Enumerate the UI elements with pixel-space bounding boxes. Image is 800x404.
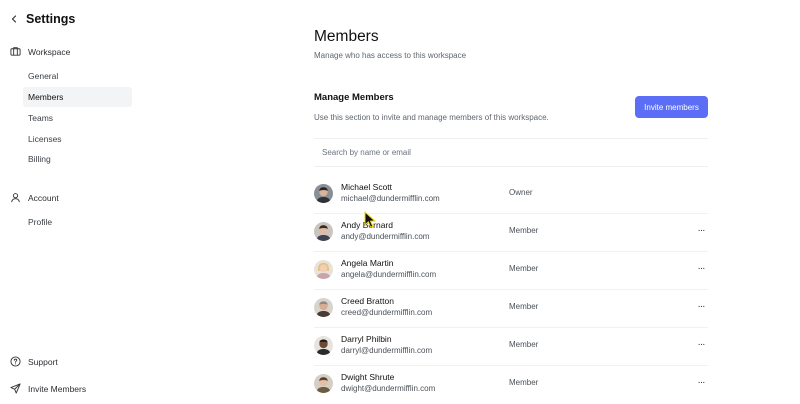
divider xyxy=(314,138,708,139)
settings-sidebar: Settings Workspace General Members Teams… xyxy=(0,0,140,404)
workspace-section-header: Workspace xyxy=(10,46,70,57)
sidebar-title: Settings xyxy=(26,12,76,26)
member-row-dwight[interactable]: Dwight Shrute dwight@dundermifflin.com M… xyxy=(314,366,708,404)
section-title: Manage Members xyxy=(314,92,394,103)
member-email: angela@dundermifflin.com xyxy=(341,270,437,279)
member-name: Dwight Shrute xyxy=(341,372,395,382)
member-name: Michael Scott xyxy=(341,182,393,192)
member-role: Member xyxy=(509,302,539,311)
member-role: Owner xyxy=(509,188,533,197)
invite-members-button[interactable]: Invite members xyxy=(635,96,708,118)
section-description: Use this section to invite and manage me… xyxy=(314,113,549,122)
member-row-creed[interactable]: Creed Bratton creed@dundermifflin.com Me… xyxy=(314,290,708,328)
avatar xyxy=(314,374,333,393)
sidebar-item-members[interactable]: Members xyxy=(23,87,132,107)
sidebar-header[interactable]: Settings xyxy=(8,10,75,28)
account-section-label: Account xyxy=(28,192,59,203)
building-icon xyxy=(10,47,21,56)
help-circle-icon xyxy=(10,356,21,367)
sidebar-item-billing[interactable]: Billing xyxy=(23,149,132,169)
support-link[interactable]: Support xyxy=(10,356,58,367)
chevron-left-icon[interactable] xyxy=(8,13,20,25)
member-role: Member xyxy=(509,226,539,235)
search-input[interactable] xyxy=(314,142,708,162)
avatar xyxy=(314,222,333,241)
account-section-header: Account xyxy=(10,192,59,203)
send-icon xyxy=(10,383,21,394)
member-name: Angela Martin xyxy=(341,258,394,268)
member-name: Creed Bratton xyxy=(341,296,394,306)
member-row-darryl[interactable]: Darryl Philbin darryl@dundermifflin.com … xyxy=(314,328,708,366)
invite-members-label: Invite Members xyxy=(28,383,87,394)
member-row-angela[interactable]: Angela Martin angela@dundermifflin.com M… xyxy=(314,252,708,290)
member-email: michael@dundermifflin.com xyxy=(341,194,440,203)
member-email: creed@dundermifflin.com xyxy=(341,308,433,317)
more-horizontal-icon[interactable]: ··· xyxy=(694,338,708,350)
page-subtitle: Manage who has access to this workspace xyxy=(314,51,467,60)
member-email: andy@dundermifflin.com xyxy=(341,232,430,241)
workspace-section-label: Workspace xyxy=(28,46,71,57)
avatar xyxy=(314,184,333,203)
avatar xyxy=(314,336,333,355)
sidebar-item-licenses[interactable]: Licenses xyxy=(23,129,132,149)
member-role: Member xyxy=(509,264,539,273)
avatar xyxy=(314,298,333,317)
divider xyxy=(314,166,708,167)
sidebar-item-teams[interactable]: Teams xyxy=(23,108,132,128)
member-name: Darryl Philbin xyxy=(341,334,392,344)
more-horizontal-icon[interactable]: ··· xyxy=(694,300,708,312)
member-email: darryl@dundermifflin.com xyxy=(341,346,433,355)
member-row-michael[interactable]: Michael Scott michael@dundermifflin.com … xyxy=(314,176,708,214)
user-icon xyxy=(11,193,20,203)
avatar xyxy=(314,260,333,279)
member-email: dwight@dundermifflin.com xyxy=(341,384,436,393)
support-label: Support xyxy=(28,356,58,367)
page-title: Members xyxy=(314,28,379,45)
more-horizontal-icon[interactable]: ··· xyxy=(694,224,708,236)
more-horizontal-icon[interactable]: ··· xyxy=(694,376,708,388)
more-horizontal-icon[interactable]: ··· xyxy=(694,262,708,274)
sidebar-item-profile[interactable]: Profile xyxy=(23,212,132,232)
invite-members-link[interactable]: Invite Members xyxy=(10,383,86,394)
member-role: Member xyxy=(509,378,539,387)
members-page: Members Manage who has access to this wo… xyxy=(314,0,714,404)
mouse-cursor-icon xyxy=(364,211,377,228)
sidebar-item-general[interactable]: General xyxy=(23,66,132,86)
member-role: Member xyxy=(509,340,539,349)
